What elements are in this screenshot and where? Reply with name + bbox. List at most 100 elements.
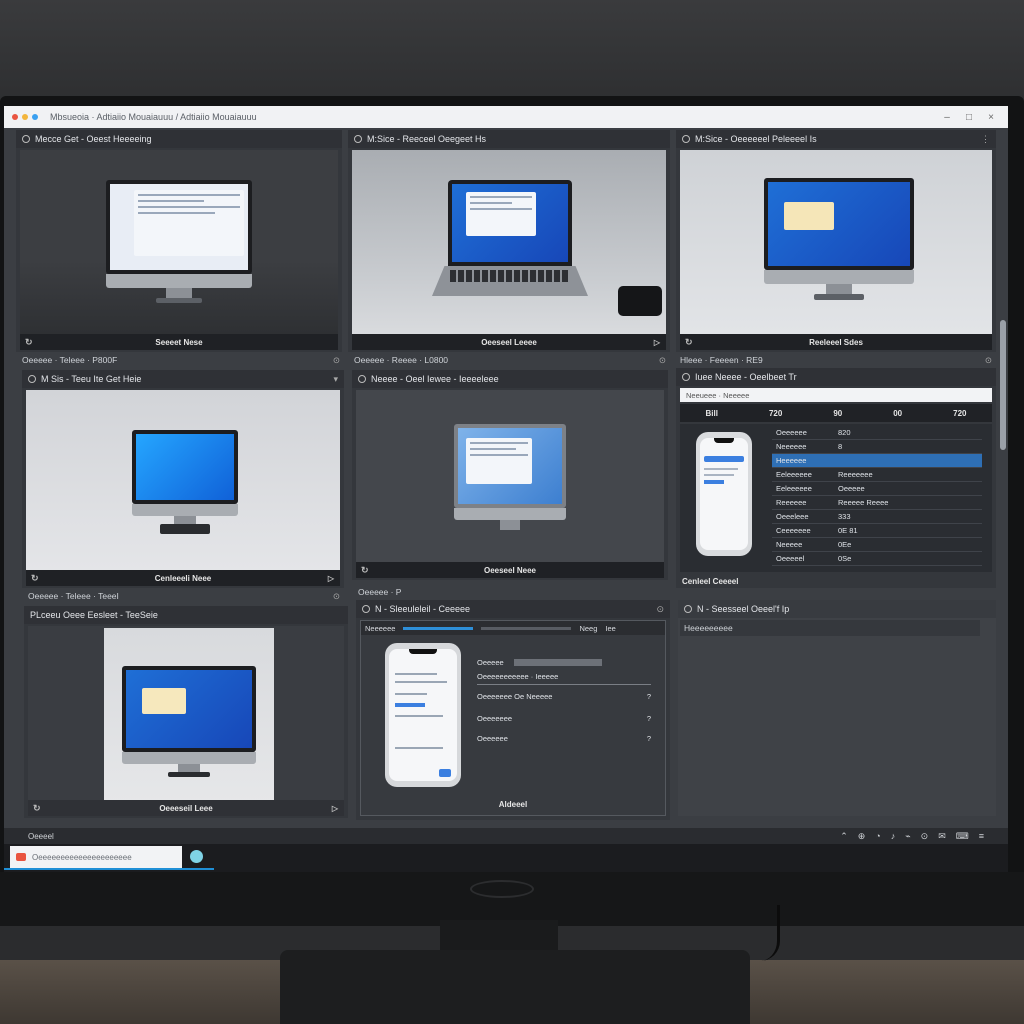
tile-status: Oeeeee · Reeee · L0800 ⊙ bbox=[350, 352, 670, 368]
volume-icon[interactable]: ♪ bbox=[891, 831, 896, 841]
close-button[interactable]: × bbox=[982, 112, 1000, 123]
screen: Mbsueoia · Adtiaiio Mouaiauuu / Adtiaiio… bbox=[4, 106, 1008, 872]
more-icon[interactable]: ⋮ bbox=[981, 134, 990, 145]
settings-icon[interactable]: ⊙ bbox=[659, 355, 666, 366]
refresh-icon[interactable]: ↻ bbox=[685, 337, 693, 348]
settings-item[interactable]: Oeeeeeee Oe Neeeee ? bbox=[477, 685, 651, 707]
video-tile-3[interactable]: M:Sice - Oeeeeeel Peleeeel Is ⋮ ↻ Reelee… bbox=[676, 130, 996, 352]
tile-viewport bbox=[28, 626, 344, 800]
tile-caption: Cenleeeli Neee bbox=[154, 573, 212, 583]
maximize-button[interactable]: □ bbox=[960, 112, 978, 123]
video-tile-5[interactable]: Neeee - Oeel Iewee - Ieeeeleee ↻ Oeeseel… bbox=[352, 370, 668, 580]
table-row[interactable]: Oeeeleee 333 bbox=[772, 510, 982, 524]
table-row[interactable]: Oeeeeel 0Se bbox=[772, 552, 982, 566]
keyboard-icon[interactable]: ⌨ bbox=[956, 831, 969, 842]
help-icon[interactable]: ? bbox=[647, 714, 651, 723]
tile-title: N - Seesseel Oeeel'f Ip bbox=[697, 604, 790, 614]
settings-list: Oeeeee Oeeeeeeeeeee · Ieeeee Oeeeeeee Oe… bbox=[477, 655, 651, 747]
table-row-selected[interactable]: Heeeeee bbox=[772, 454, 982, 468]
sync-icon[interactable]: ⊙ bbox=[921, 831, 929, 842]
settings-item[interactable]: Oeeeeeeeeeee · Ieeeee bbox=[477, 669, 651, 685]
table-row[interactable]: Oeeeeee 820 bbox=[772, 426, 982, 440]
tile-viewport bbox=[356, 390, 664, 562]
refresh-icon[interactable]: ↻ bbox=[361, 565, 369, 576]
browser-bar: Mbsueoia · Adtiaiio Mouaiauuu / Adtiaiio… bbox=[4, 106, 1008, 128]
settings-panel: Neeeeee Neeg Iee Oeeeee Oeeeeeeeeeee · I… bbox=[360, 620, 666, 816]
table-row[interactable]: Ceeeeeee 0E 81 bbox=[772, 524, 982, 538]
settings-item[interactable]: Oeeeeeee ? bbox=[477, 707, 651, 729]
refresh-icon[interactable]: ↻ bbox=[33, 803, 41, 814]
refresh-icon[interactable]: ↻ bbox=[31, 573, 39, 584]
dashboard-address-bar[interactable]: Neeueee · Neeeee bbox=[680, 388, 992, 402]
play-icon[interactable]: ▷ bbox=[328, 574, 334, 583]
tile-status: Hleee · Feeeen · RE9 ⊙ bbox=[676, 352, 996, 368]
wall bbox=[0, 0, 1024, 100]
minimize-button[interactable]: – bbox=[938, 112, 956, 123]
status-bar: Oeeeel ⌃ ⊕ ◔ ♪ ⌁ ⊙ ✉ ⌨ ≡ bbox=[4, 828, 1008, 844]
imac-screen bbox=[454, 424, 566, 508]
refresh-icon[interactable]: ↻ bbox=[25, 337, 33, 348]
tab-general[interactable]: Neeeeee bbox=[365, 624, 395, 633]
tile-caption: Reeleeel Sdes bbox=[809, 337, 863, 347]
tab-next[interactable]: Neeg bbox=[579, 624, 597, 633]
video-tile-1[interactable]: Mecce Get - Oeest Heeeeing ↻ Seeeet Nese bbox=[16, 130, 342, 352]
status-text: Oeeeee · Teleee · P800F bbox=[22, 355, 118, 365]
play-icon[interactable]: ▷ bbox=[332, 804, 338, 813]
table-row[interactable]: Reeeeee Reeeee Reeee bbox=[772, 496, 982, 510]
help-icon[interactable]: ? bbox=[647, 692, 651, 701]
notifications-icon[interactable]: ≡ bbox=[979, 831, 984, 841]
status-text: Oeeeee · Reeee · L0800 bbox=[354, 355, 449, 365]
camera-icon bbox=[682, 135, 690, 143]
tile-caption: Oeeeseil Leee bbox=[159, 803, 213, 813]
tile-caption: Oeeseel Leeee bbox=[481, 337, 537, 347]
settings-icon[interactable]: ⊙ bbox=[333, 355, 340, 366]
more-icon[interactable]: ⊙ bbox=[656, 604, 664, 615]
tile-title: Iuee Neeee - Oeelbeet Tr bbox=[695, 372, 797, 382]
table-row[interactable]: Eeleeeeee Reeeeeee bbox=[772, 468, 982, 482]
browser-icon[interactable] bbox=[12, 114, 18, 120]
app-icon bbox=[16, 853, 26, 861]
tile-caption: Cenleel Ceeeel bbox=[682, 577, 739, 586]
settings-item[interactable]: Oeeeeee ? bbox=[477, 729, 651, 747]
play-icon[interactable]: ▷ bbox=[654, 338, 660, 347]
browser-tab-title[interactable]: Mbsueoia · Adtiaiio Mouaiauuu / Adtiaiio… bbox=[50, 112, 934, 122]
table-row[interactable]: Eeleeeeee Oeeeee bbox=[772, 482, 982, 496]
camera-icon bbox=[22, 135, 30, 143]
wifi-icon[interactable]: ⌁ bbox=[905, 831, 910, 842]
phone-on-desk bbox=[618, 286, 662, 316]
tile-header: N - Sleeuleleil - Ceeeee ⊙ bbox=[356, 600, 670, 618]
tile-header: M:Sice - Reeceel Oeegeet Hs bbox=[348, 130, 670, 148]
battery-icon[interactable]: ◔ bbox=[875, 831, 880, 841]
settings-icon[interactable]: ⊙ bbox=[985, 355, 992, 366]
tile-footer: ↻ Reeleeel Sdes bbox=[680, 334, 992, 350]
cortana-icon[interactable] bbox=[190, 850, 203, 863]
tile-status: Heeeeeeeee bbox=[680, 620, 980, 636]
table-row[interactable]: Neeeeee 8 bbox=[772, 440, 982, 454]
tray-chevron-icon[interactable]: ⌃ bbox=[840, 831, 848, 842]
settings-item[interactable]: Oeeeee bbox=[477, 655, 651, 669]
taskbar-search[interactable]: Oeeeeeeeeeeeeeeeeeeeee bbox=[10, 846, 182, 868]
dashboard-tile[interactable]: Iuee Neeee - Oeelbeet Tr Neeueee · Neeee… bbox=[676, 368, 996, 588]
tab-last[interactable]: Iee bbox=[605, 624, 615, 633]
empty-tile[interactable]: N - Seesseel Oeeel'f Ip Heeeeeeeee bbox=[678, 600, 996, 816]
tile-header: M:Sice - Oeeeeeel Peleeeel Is ⋮ bbox=[676, 130, 996, 148]
network-icon[interactable]: ⊕ bbox=[858, 831, 866, 842]
text-field[interactable] bbox=[513, 658, 602, 666]
mail-icon[interactable]: ✉ bbox=[938, 831, 946, 842]
more-icon[interactable]: ▾ bbox=[333, 374, 338, 385]
video-tile-7[interactable]: PLceeu Oeee Eesleet - TeeSeie ↻ Oeeeseil… bbox=[24, 606, 348, 818]
browser-icon[interactable] bbox=[32, 114, 38, 120]
browser-icon[interactable] bbox=[22, 114, 28, 120]
video-tile-4[interactable]: M Sis - Teeu Ite Get Heie ▾ ↻ Cenleeeli … bbox=[22, 370, 344, 588]
video-tile-2[interactable]: M:Sice - Reeceel Oeegeet Hs Oeeseel Leee… bbox=[348, 130, 670, 352]
column-header: 90 bbox=[833, 408, 843, 418]
laptop-screen bbox=[448, 180, 572, 266]
system-tray: ⌃ ⊕ ◔ ♪ ⌁ ⊙ ✉ ⌨ ≡ bbox=[840, 831, 984, 842]
settings-icon[interactable]: ⊙ bbox=[333, 591, 340, 602]
scrollbar-thumb[interactable] bbox=[1000, 320, 1006, 450]
table-row[interactable]: Neeeee 0Ee bbox=[772, 538, 982, 552]
tile-footer: ↻ Seeeet Nese bbox=[20, 334, 338, 350]
settings-tile[interactable]: N - Sleeuleleil - Ceeeee ⊙ Neeeeee Neeg … bbox=[356, 600, 670, 820]
imac-screen bbox=[106, 180, 252, 274]
help-icon[interactable]: ? bbox=[647, 734, 651, 743]
